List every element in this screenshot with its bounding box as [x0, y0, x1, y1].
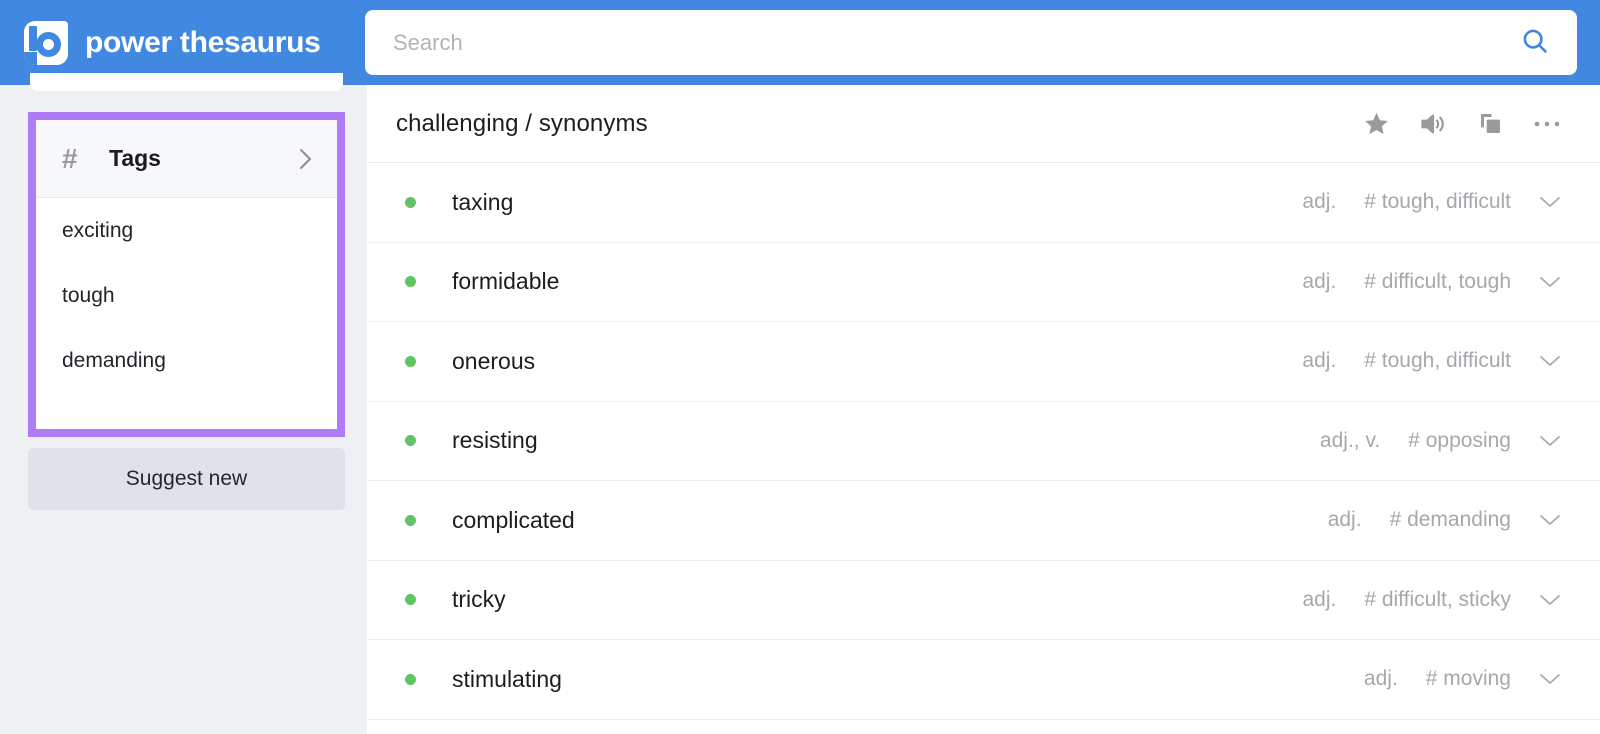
synonym-word[interactable]: tricky [452, 586, 1302, 613]
chevron-down-icon[interactable] [1538, 593, 1562, 607]
tags-panel-highlight: # Tags exciting tough demanding [28, 112, 345, 437]
synonym-part-of-speech: adj. [1363, 667, 1398, 691]
brand-name: power thesaurus [85, 25, 321, 59]
tag-label: exciting [62, 218, 134, 242]
rating-dot-icon [405, 276, 416, 288]
chevron-down-icon[interactable] [1538, 195, 1562, 209]
synonym-tags[interactable]: # moving [1426, 667, 1511, 691]
tags-panel: # Tags exciting tough demanding [36, 120, 337, 429]
rating-dot-icon [405, 514, 416, 526]
tag-label: tough [62, 283, 115, 307]
search-input[interactable] [365, 11, 1493, 74]
header-action-buttons [1361, 109, 1562, 139]
main-content-panel: challenging / synonyms taxing adj. # tou… [367, 85, 1600, 734]
synonym-row[interactable]: resisting adj., v. # opposing [367, 402, 1600, 481]
chevron-down-icon[interactable] [1538, 513, 1562, 527]
synonym-tags[interactable]: # opposing [1408, 429, 1511, 453]
chevron-down-icon[interactable] [1538, 672, 1562, 686]
synonym-row[interactable]: tricky adj. # difficult, sticky [367, 561, 1600, 640]
synonyms-header: challenging / synonyms [367, 85, 1600, 163]
copy-icon[interactable] [1475, 109, 1505, 139]
rating-dot-icon [405, 435, 416, 447]
synonym-tags[interactable]: # demanding [1390, 508, 1511, 532]
synonym-row[interactable]: onerous adj. # tough, difficult [367, 322, 1600, 402]
synonym-tags[interactable]: # difficult, tough [1364, 270, 1511, 294]
synonym-word[interactable]: onerous [452, 348, 1302, 375]
power-thesaurus-b-logo-icon [24, 20, 68, 65]
synonym-word[interactable]: resisting [452, 427, 1320, 454]
synonym-part-of-speech: adj. [1327, 508, 1362, 532]
tags-panel-header[interactable]: # Tags [36, 120, 337, 198]
rating-dot-icon [405, 355, 416, 367]
previous-card-edge [30, 73, 343, 91]
favorite-star-icon[interactable] [1361, 109, 1391, 139]
sidebar: # Tags exciting tough demanding Suggest … [0, 73, 367, 734]
more-options-icon[interactable] [1532, 109, 1562, 139]
synonym-word[interactable]: stimulating [452, 666, 1364, 693]
synonym-row[interactable]: formidable adj. # difficult, tough [367, 243, 1600, 322]
chevron-right-icon[interactable] [295, 146, 315, 172]
rating-dot-icon [405, 196, 416, 208]
hash-icon: # [62, 142, 78, 174]
synonym-row[interactable]: complicated adj. # demanding [367, 481, 1600, 561]
synonym-tags[interactable]: # difficult, sticky [1364, 588, 1511, 612]
chevron-down-icon[interactable] [1538, 275, 1562, 289]
tag-item-2[interactable]: demanding [36, 328, 337, 393]
search-icon [1520, 26, 1550, 59]
synonym-part-of-speech: adj. [1302, 190, 1337, 214]
synonym-part-of-speech: adj. [1302, 587, 1337, 611]
chevron-down-icon[interactable] [1538, 434, 1562, 448]
speaker-icon[interactable] [1418, 109, 1448, 139]
synonym-part-of-speech: adj., v. [1319, 428, 1381, 452]
synonym-part-of-speech: adj. [1302, 349, 1337, 373]
synonyms-list: taxing adj. # tough, difficult formidabl… [367, 163, 1600, 720]
synonym-part-of-speech: adj. [1302, 269, 1337, 293]
page-title: challenging / synonyms [396, 109, 648, 137]
tag-item-0[interactable]: exciting [36, 198, 337, 263]
tag-item-1[interactable]: tough [36, 263, 337, 328]
suggest-new-button[interactable]: Suggest new [28, 448, 345, 510]
synonym-word[interactable]: complicated [452, 507, 1328, 534]
synonym-word[interactable]: formidable [452, 268, 1302, 295]
synonym-row[interactable]: stimulating adj. # moving [367, 640, 1600, 720]
rating-dot-icon [405, 594, 416, 606]
tag-label: demanding [62, 348, 166, 372]
synonym-tags[interactable]: # tough, difficult [1364, 190, 1511, 214]
synonym-tags[interactable]: # tough, difficult [1364, 349, 1511, 373]
chevron-down-icon[interactable] [1538, 354, 1562, 368]
search-bar [365, 10, 1577, 75]
page-body: # Tags exciting tough demanding Suggest … [0, 73, 1600, 734]
search-submit-button[interactable] [1493, 11, 1577, 74]
synonym-row[interactable]: taxing adj. # tough, difficult [367, 163, 1600, 243]
rating-dot-icon [405, 673, 416, 685]
synonym-word[interactable]: taxing [452, 189, 1302, 216]
tags-panel-title: Tags [109, 145, 161, 171]
